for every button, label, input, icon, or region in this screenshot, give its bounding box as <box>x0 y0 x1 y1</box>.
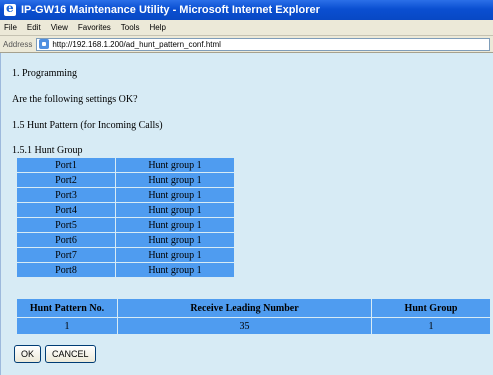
group-cell: Hunt group 1 <box>115 217 235 233</box>
header-hunt-pattern-no: Hunt Pattern No. <box>16 298 118 318</box>
table-row: Port2 Hunt group 1 <box>16 172 235 188</box>
title-bar: IP-GW16 Maintenance Utility - Microsoft … <box>0 0 493 20</box>
hunt-pattern-table: Hunt Pattern No. Receive Leading Number … <box>16 298 491 335</box>
table-row: Port8 Hunt group 1 <box>16 262 235 278</box>
group-cell: Hunt group 1 <box>115 247 235 263</box>
programming-heading: 1. Programming <box>12 68 77 79</box>
port-cell: Port7 <box>16 247 116 263</box>
group-cell: Hunt group 1 <box>115 202 235 218</box>
menu-edit[interactable]: Edit <box>27 23 41 32</box>
header-hunt-group: Hunt Group <box>371 298 491 318</box>
port-cell: Port8 <box>16 262 116 278</box>
hunt-group-table: Port1 Hunt group 1 Port2 Hunt group 1 Port… <box>16 157 235 278</box>
menu-help[interactable]: Help <box>149 23 165 32</box>
cell-hunt-pattern-no: 1 <box>16 317 118 335</box>
cancel-button[interactable]: CANCEL <box>45 345 96 363</box>
port-cell: Port1 <box>16 157 116 173</box>
group-cell: Hunt group 1 <box>115 262 235 278</box>
address-input[interactable]: http://192.168.1.200/ad_hunt_pattern_con… <box>36 37 490 51</box>
menu-file[interactable]: File <box>4 23 17 32</box>
ok-button[interactable]: OK <box>14 345 42 363</box>
group-cell: Hunt group 1 <box>115 232 235 248</box>
table-header-row: Hunt Pattern No. Receive Leading Number … <box>16 298 491 318</box>
table-row: Port7 Hunt group 1 <box>16 247 235 263</box>
table-row: Port3 Hunt group 1 <box>16 187 235 203</box>
table-row: Port1 Hunt group 1 <box>16 157 235 173</box>
menu-tools[interactable]: Tools <box>121 23 140 32</box>
table-row: Port5 Hunt group 1 <box>16 217 235 233</box>
menu-favorites[interactable]: Favorites <box>78 23 111 32</box>
address-label: Address <box>3 39 33 49</box>
confirm-question: Are the following settings OK? <box>12 94 138 105</box>
cell-receive-leading-number: 35 <box>117 317 372 335</box>
page-icon <box>39 39 50 49</box>
group-cell: Hunt group 1 <box>115 157 235 173</box>
section-title: 1.5 Hunt Pattern (for Incoming Calls) <box>12 120 163 131</box>
menu-bar: File Edit View Favorites Tools Help <box>0 20 493 36</box>
window-title: IP-GW16 Maintenance Utility - Microsoft … <box>21 4 320 16</box>
port-cell: Port2 <box>16 172 116 188</box>
table-row: Port4 Hunt group 1 <box>16 202 235 218</box>
group-cell: Hunt group 1 <box>115 172 235 188</box>
port-cell: Port4 <box>16 202 116 218</box>
browser-window: IP-GW16 Maintenance Utility - Microsoft … <box>0 0 493 375</box>
address-bar: Address http://192.168.1.200/ad_hunt_pat… <box>0 36 493 53</box>
internet-explorer-icon <box>4 1 16 16</box>
menu-view[interactable]: View <box>51 23 68 32</box>
cell-hunt-group: 1 <box>371 317 491 335</box>
port-cell: Port5 <box>16 217 116 233</box>
table-row: 1 35 1 <box>16 317 491 335</box>
subsection-title: 1.5.1 Hunt Group <box>12 145 83 156</box>
port-cell: Port6 <box>16 232 116 248</box>
address-url: http://192.168.1.200/ad_hunt_pattern_con… <box>52 39 221 49</box>
header-receive-leading-number: Receive Leading Number <box>117 298 372 318</box>
page-content: 1. Programming Are the following setting… <box>0 53 493 375</box>
table-row: Port6 Hunt group 1 <box>16 232 235 248</box>
group-cell: Hunt group 1 <box>115 187 235 203</box>
port-cell: Port3 <box>16 187 116 203</box>
button-row: OK CANCEL <box>14 345 100 363</box>
